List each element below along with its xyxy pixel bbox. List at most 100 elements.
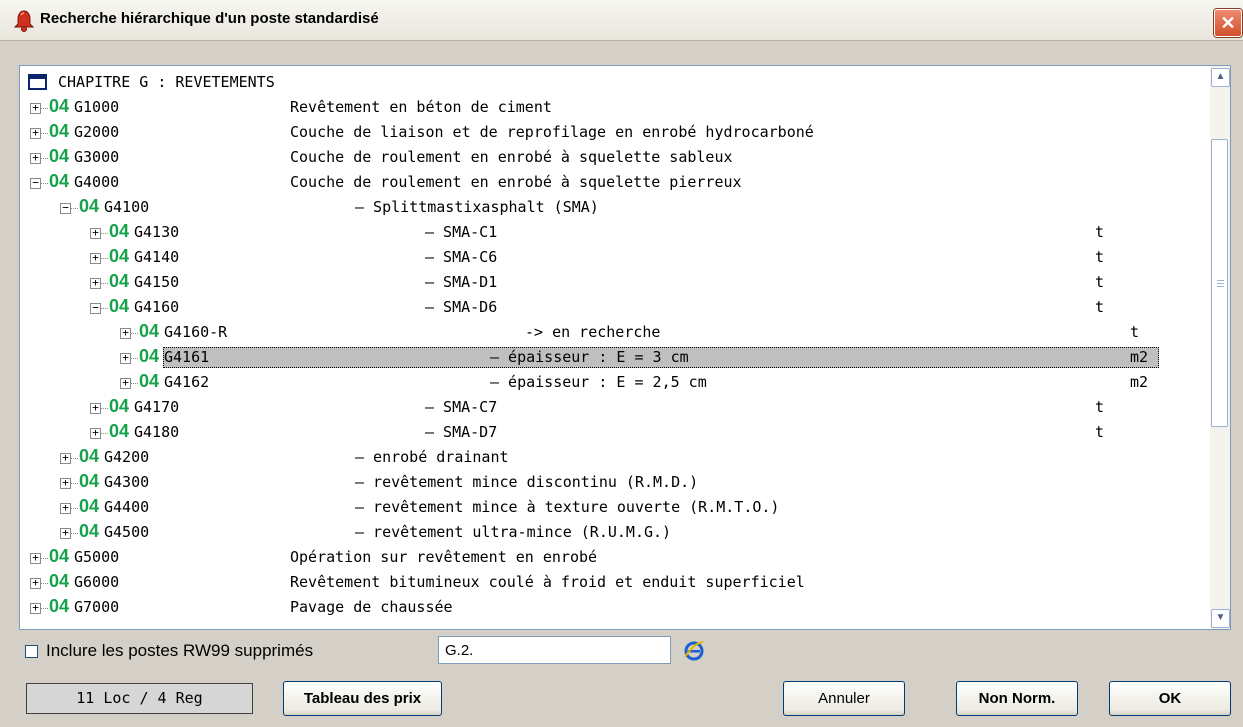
- row-description: – SMA-D7: [425, 423, 498, 441]
- level-badge: 04: [109, 421, 130, 441]
- tree-row[interactable]: −04 G4160 – SMA-D6 t: [20, 295, 1210, 320]
- row-code: G5000: [74, 548, 120, 566]
- row-description: – épaisseur : E = 3 cm: [490, 348, 689, 366]
- search-input[interactable]: [438, 636, 671, 664]
- level-badge: 04: [79, 521, 100, 541]
- row-code: G4140: [134, 248, 180, 266]
- row-code: G4160: [134, 298, 180, 316]
- expand-icon[interactable]: +: [120, 352, 131, 364]
- tree-row[interactable]: +04 G7000 Pavage de chaussée: [20, 595, 1210, 620]
- tree-row[interactable]: +04 G4140 – SMA-C6 t: [20, 245, 1210, 270]
- expand-icon[interactable]: +: [90, 227, 101, 239]
- expand-icon[interactable]: +: [90, 427, 101, 439]
- tree-row[interactable]: +04 G3000 Couche de roulement en enrobé à …: [20, 145, 1210, 170]
- ok-button[interactable]: OK: [1109, 681, 1231, 716]
- tree-row[interactable]: +04 G5000 Opération sur revêtement en enro…: [20, 545, 1210, 570]
- tree-connector: [101, 258, 108, 260]
- collapse-icon[interactable]: −: [60, 202, 71, 214]
- expand-icon[interactable]: +: [90, 252, 101, 264]
- grip-line: [1217, 286, 1224, 287]
- tree-connector: [41, 608, 48, 610]
- tree-row[interactable]: +04 G4500 – revêtement ultra-mince (R.U.M.…: [20, 520, 1210, 545]
- tree-connector: [71, 208, 78, 210]
- scroll-thumb[interactable]: [1211, 139, 1228, 427]
- tree-content: CHAPITRE G : REVETEMENTS +04 G1000 Revêtem…: [20, 66, 1210, 629]
- tree-row[interactable]: +04 G4400 – revêtement mince à texture ouv…: [20, 495, 1210, 520]
- tree-row[interactable]: +04 G4150 – SMA-D1 t: [20, 270, 1210, 295]
- row-code: G4300: [104, 473, 150, 491]
- row-code: G2000: [74, 123, 120, 141]
- tree-connector: [41, 558, 48, 560]
- expand-icon[interactable]: +: [60, 502, 71, 514]
- tree-connector: [101, 433, 108, 435]
- expand-icon[interactable]: +: [90, 402, 101, 414]
- cancel-button[interactable]: Annuler: [783, 681, 905, 716]
- window-title: Recherche hiérarchique d'un poste standa…: [40, 10, 379, 27]
- row-code: G4130: [134, 223, 180, 241]
- tree-row[interactable]: +04 G6000 Revêtement bitumineux coulé à fr…: [20, 570, 1210, 595]
- row-code: G4000: [74, 173, 120, 191]
- price-table-button[interactable]: Tableau des prix: [283, 681, 442, 716]
- tree-row[interactable]: +04 G4130 – SMA-C1 t: [20, 220, 1210, 245]
- tree-row[interactable]: +04 G4300 – revêtement mince discontinu (R…: [20, 470, 1210, 495]
- row-description: – revêtement mince discontinu (R.M.D.): [355, 473, 699, 491]
- tree-connector: [41, 583, 48, 585]
- internet-explorer-icon[interactable]: [683, 639, 705, 661]
- expand-icon[interactable]: +: [60, 452, 71, 464]
- tree-connector: [101, 283, 108, 285]
- expand-icon[interactable]: +: [30, 577, 41, 589]
- row-code: G3000: [74, 148, 120, 166]
- row-code: G6000: [74, 573, 120, 591]
- tree-view[interactable]: CHAPITRE G : REVETEMENTS +04 G1000 Revêtem…: [19, 65, 1231, 630]
- collapse-icon[interactable]: −: [90, 302, 101, 314]
- tree-row[interactable]: −04 G4100 – Splittmastixasphalt (SMA): [20, 195, 1210, 220]
- expand-icon[interactable]: +: [120, 377, 131, 389]
- close-button[interactable]: ✕: [1214, 9, 1242, 37]
- tree-row[interactable]: +04 G4180 – SMA-D7 t: [20, 420, 1210, 445]
- expand-icon[interactable]: +: [30, 127, 41, 139]
- expand-icon[interactable]: +: [60, 477, 71, 489]
- row-code: G4160-R: [164, 323, 228, 341]
- row-description: – revêtement ultra-mince (R.U.M.G.): [355, 523, 672, 541]
- vertical-scrollbar[interactable]: ▲ ▼: [1210, 66, 1230, 629]
- row-description: Couche de liaison et de reprofilage en e…: [290, 123, 814, 141]
- row-description: – épaisseur : E = 2,5 cm: [490, 373, 707, 391]
- non-norm-button[interactable]: Non Norm.: [956, 681, 1078, 716]
- row-code: G4162: [164, 373, 210, 391]
- tree-connector: [101, 308, 108, 310]
- row-code: G4100: [104, 198, 150, 216]
- row-description: – SMA-D6: [425, 298, 498, 316]
- close-icon: ✕: [1220, 13, 1236, 33]
- include-deleted-checkbox[interactable]: [25, 645, 38, 658]
- scroll-up-button[interactable]: ▲: [1211, 68, 1230, 87]
- tree-row[interactable]: −04 G4000 Couche de roulement en enrobé à …: [20, 170, 1210, 195]
- expand-icon[interactable]: +: [90, 277, 101, 289]
- tree-row[interactable]: +04 G1000 Revêtement en béton de ciment: [20, 95, 1210, 120]
- tree-row[interactable]: +04 G4162 – épaisseur : E = 2,5 cm m2: [20, 370, 1210, 395]
- expand-icon[interactable]: +: [30, 152, 41, 164]
- tree-chapter-row[interactable]: CHAPITRE G : REVETEMENTS: [20, 70, 1210, 95]
- expand-icon[interactable]: +: [30, 102, 41, 114]
- expand-icon[interactable]: +: [30, 552, 41, 564]
- collapse-icon[interactable]: −: [30, 177, 41, 189]
- row-description: – SMA-C1: [425, 223, 498, 241]
- level-badge: 04: [139, 371, 160, 391]
- tree-row[interactable]: +04 G4161 – épaisseur : E = 3 cm m2: [20, 345, 1210, 370]
- tree-connector: [71, 533, 78, 535]
- tree-row[interactable]: +04 G4170 – SMA-C7 t: [20, 395, 1210, 420]
- expand-icon[interactable]: +: [30, 602, 41, 614]
- grip-line: [1217, 283, 1224, 284]
- tree-connector: [41, 183, 48, 185]
- tree-connector: [101, 233, 108, 235]
- level-badge: 04: [139, 321, 160, 341]
- row-code: G4500: [104, 523, 150, 541]
- scroll-down-button[interactable]: ▼: [1211, 609, 1230, 628]
- row-unit: t: [1095, 248, 1105, 266]
- expand-icon[interactable]: +: [60, 527, 71, 539]
- tree-row[interactable]: +04 G4200 – enrobé drainant: [20, 445, 1210, 470]
- tree-row[interactable]: +04 G4160-R -> en recherche t: [20, 320, 1210, 345]
- tree-row[interactable]: +04 G2000 Couche de liaison et de reprofil…: [20, 120, 1210, 145]
- row-unit: t: [1095, 398, 1105, 416]
- row-code: G4400: [104, 498, 150, 516]
- expand-icon[interactable]: +: [120, 327, 131, 339]
